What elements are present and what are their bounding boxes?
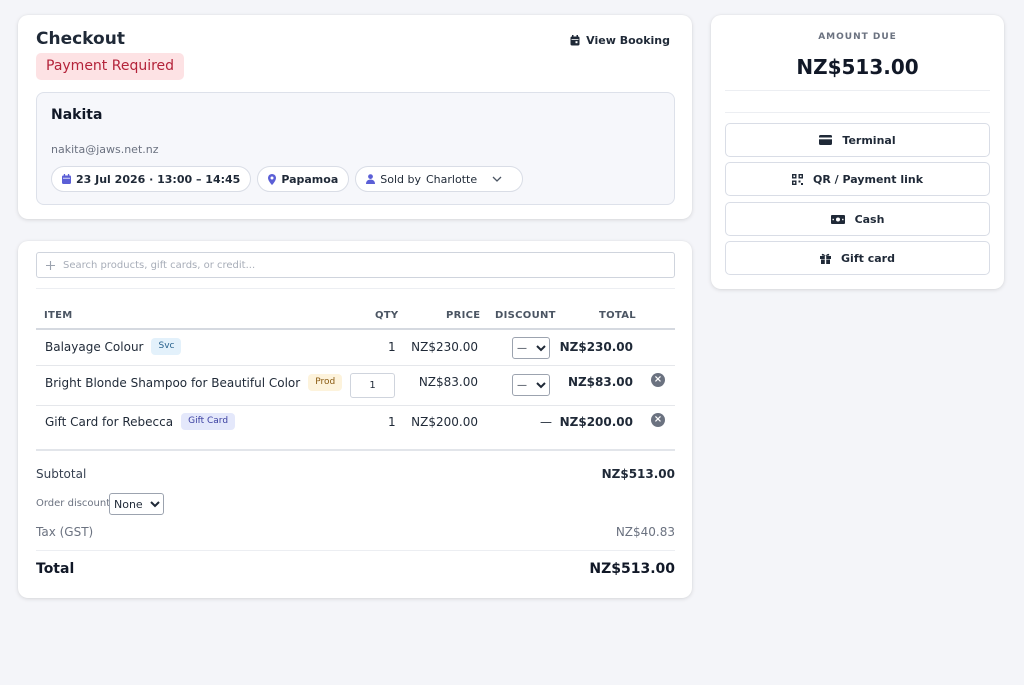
table-row: Gift Card for Rebecca Gift Card 1 NZ$200… xyxy=(36,406,675,440)
item-total: NZ$83.00 xyxy=(567,375,633,389)
item-name: Gift Card for Rebecca xyxy=(45,414,174,429)
pay-terminal-button[interactable]: Terminal xyxy=(725,123,990,157)
subtotal-label: Subtotal xyxy=(36,467,87,481)
location-label: Papamoa xyxy=(281,172,339,186)
tax-label: Tax (GST) xyxy=(36,525,94,539)
page-title: Checkout xyxy=(36,29,125,49)
sold-by-value: Charlotte xyxy=(426,172,478,186)
item-qty: 1 xyxy=(388,340,396,354)
item-price: NZ$83.00 xyxy=(418,375,478,389)
item-qty-input[interactable] xyxy=(350,373,395,398)
pay-cash-label: Cash xyxy=(854,212,885,226)
sold-by-label: Sold by xyxy=(380,172,421,186)
item-discount-select[interactable]: — xyxy=(512,337,550,359)
item-type-tag: Svc xyxy=(151,338,182,355)
amount-due-label: AMOUNT DUE xyxy=(818,32,897,42)
item-total: NZ$200.00 xyxy=(559,415,633,429)
credit-card-icon xyxy=(819,135,833,145)
view-booking-label: View Booking xyxy=(586,34,670,47)
pay-qr-label: QR / Payment link xyxy=(812,172,924,186)
order-discount-label: Order discount xyxy=(36,498,111,509)
search-input[interactable] xyxy=(63,259,643,271)
pay-gift-card-label: Gift card xyxy=(841,251,895,265)
location-pin-icon xyxy=(268,173,277,185)
customer-info-panel: Nakita nakita@jaws.net.nz 23 Jul 2026 · … xyxy=(36,92,675,205)
remove-item-icon[interactable]: × xyxy=(651,373,665,387)
item-price: NZ$230.00 xyxy=(411,340,478,354)
divider xyxy=(36,550,675,551)
col-price-header: PRICE xyxy=(446,310,481,321)
view-booking-button[interactable]: View Booking xyxy=(570,34,670,47)
divider xyxy=(725,90,990,91)
payment-card: AMOUNT DUE NZ$513.00 Terminal QR / Payme… xyxy=(711,15,1004,289)
gift-icon xyxy=(820,253,832,264)
booking-time-pill[interactable]: 23 Jul 2026 · 13:00 – 14:45 xyxy=(51,166,252,192)
item-discount: — xyxy=(540,415,552,429)
calendar-icon xyxy=(62,174,71,184)
divider xyxy=(36,288,675,289)
sold-by-selector[interactable]: Sold by Charlotte xyxy=(355,166,524,192)
customer-email: nakita@jaws.net.nz xyxy=(51,143,159,156)
item-price: NZ$200.00 xyxy=(411,415,478,429)
pay-gift-card-button[interactable]: Gift card xyxy=(725,241,990,275)
total-value: NZ$513.00 xyxy=(589,561,675,577)
tax-value: NZ$40.83 xyxy=(615,525,675,539)
order-discount-select[interactable]: None xyxy=(109,493,164,515)
col-item-header: ITEM xyxy=(44,310,73,321)
divider xyxy=(36,449,675,451)
item-total: NZ$230.00 xyxy=(559,340,633,354)
customer-name: Nakita xyxy=(51,107,103,123)
subtotal-value: NZ$513.00 xyxy=(601,467,675,481)
table-row: Bright Blonde Shampoo for Beautiful Colo… xyxy=(36,366,675,406)
item-discount-select[interactable]: — xyxy=(512,374,550,396)
col-total-header: TOTAL xyxy=(599,310,636,321)
cart-items-card: ITEM QTY PRICE DISCOUNT TOTAL Balayage C… xyxy=(18,241,692,598)
total-label: Total xyxy=(36,561,75,577)
calendar-icon xyxy=(570,35,580,46)
product-search[interactable] xyxy=(36,252,675,278)
chevron-down-icon xyxy=(492,176,502,182)
status-badge: Payment Required xyxy=(36,53,185,80)
item-name: Bright Blonde Shampoo for Beautiful Colo… xyxy=(45,375,301,390)
item-type-tag: Prod xyxy=(308,374,343,391)
item-name: Balayage Colour xyxy=(45,339,144,354)
booking-time: 23 Jul 2026 · 13:00 – 14:45 xyxy=(76,172,241,186)
pay-qr-button[interactable]: QR / Payment link xyxy=(725,162,990,196)
checkout-header-card: Checkout Payment Required View Booking N… xyxy=(18,15,692,219)
pay-terminal-label: Terminal xyxy=(842,133,896,147)
col-qty-header: QTY xyxy=(375,310,399,321)
user-icon xyxy=(366,174,376,184)
item-type-tag: Gift Card xyxy=(181,413,236,430)
divider xyxy=(725,112,990,113)
table-header: ITEM QTY PRICE DISCOUNT TOTAL xyxy=(36,308,675,330)
table-row: Balayage Colour Svc 1 NZ$230.00 — NZ$230… xyxy=(36,331,675,366)
item-qty: 1 xyxy=(388,415,396,429)
amount-due-value: NZ$513.00 xyxy=(796,55,919,79)
col-discount-header: DISCOUNT xyxy=(495,310,556,321)
location-pill[interactable]: Papamoa xyxy=(257,166,350,192)
qr-code-icon xyxy=(791,173,803,185)
cash-icon xyxy=(830,214,845,224)
plus-icon xyxy=(46,260,55,270)
remove-item-icon[interactable]: × xyxy=(651,413,665,427)
pay-cash-button[interactable]: Cash xyxy=(725,202,990,236)
